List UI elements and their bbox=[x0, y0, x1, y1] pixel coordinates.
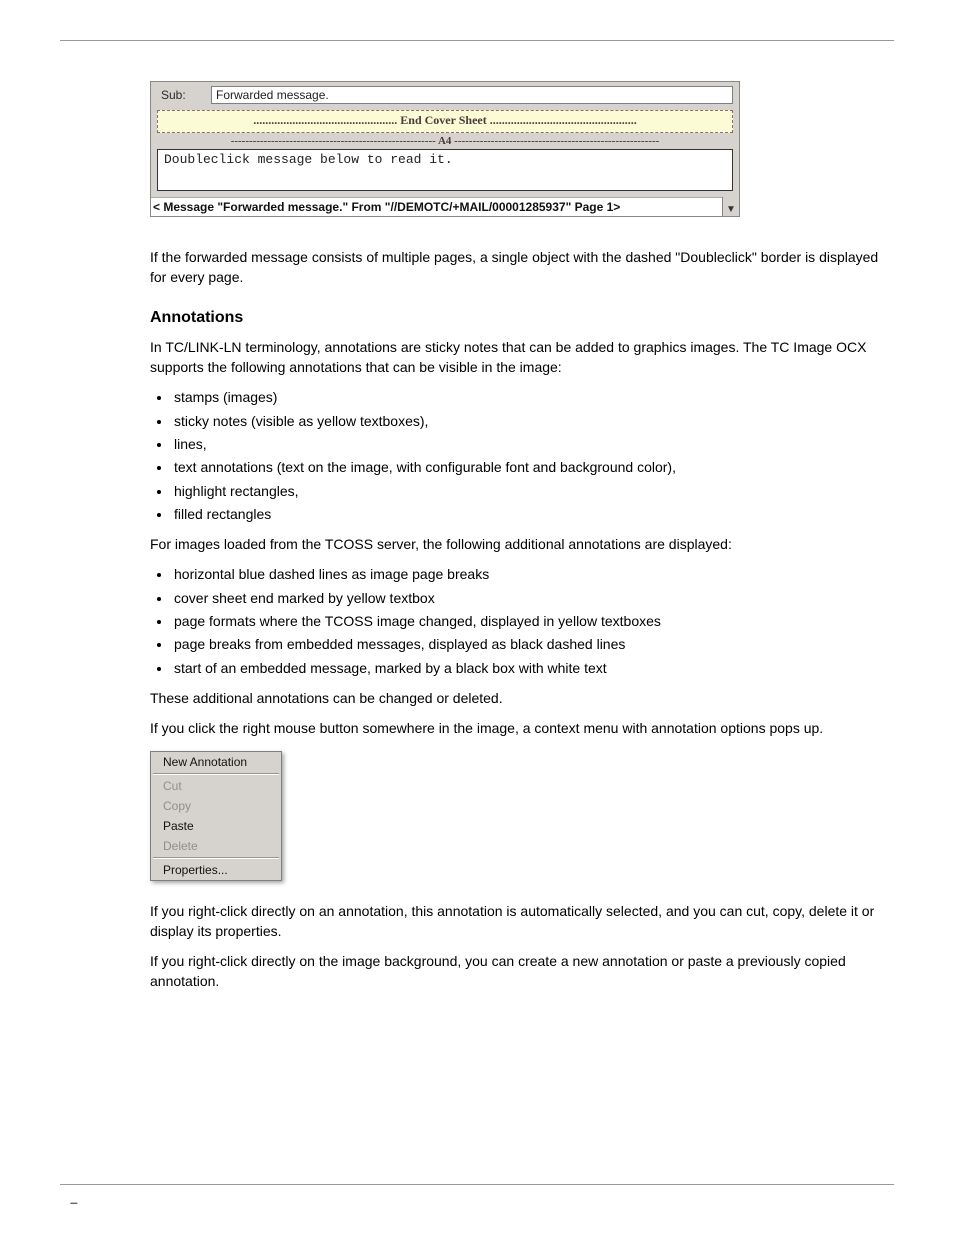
scroll-down-button[interactable]: ▼ bbox=[722, 197, 739, 216]
menu-paste[interactable]: Paste bbox=[151, 816, 281, 836]
list-item: filled rectangles bbox=[172, 504, 880, 524]
list-item: start of an embedded message, marked by … bbox=[172, 658, 880, 678]
document-page: Sub: ...................................… bbox=[0, 0, 954, 1235]
end-cover-sheet-annotation: ........................................… bbox=[157, 110, 733, 133]
list-item: horizontal blue dashed lines as image pa… bbox=[172, 564, 880, 584]
list-item: cover sheet end marked by yellow textbox bbox=[172, 588, 880, 608]
list-item: page formats where the TCOSS image chang… bbox=[172, 611, 880, 631]
page-dash-icon: – bbox=[70, 1194, 78, 1210]
after-menu-para-1: If you right-click directly on an annota… bbox=[150, 901, 880, 942]
menu-separator bbox=[153, 773, 279, 775]
annotations-para-1: In TC/LINK-LN terminology, annotations a… bbox=[150, 337, 880, 378]
menu-separator bbox=[153, 857, 279, 859]
intro-paragraph: If the forwarded message consists of mul… bbox=[150, 247, 880, 288]
annotations-list-1: stamps (images) sticky notes (visible as… bbox=[156, 387, 880, 524]
bottom-rule bbox=[60, 1184, 894, 1185]
subject-label: Sub: bbox=[161, 88, 211, 102]
list-item: stamps (images) bbox=[172, 387, 880, 407]
message-footer-row: < Message "Forwarded message." From "//D… bbox=[151, 197, 739, 216]
annotations-list-2: horizontal blue dashed lines as image pa… bbox=[156, 564, 880, 677]
menu-copy: Copy bbox=[151, 796, 281, 816]
list-item: lines, bbox=[172, 434, 880, 454]
embedded-message-header-annotation: < Message "Forwarded message." From "//D… bbox=[151, 197, 722, 216]
after-menu-text: If you right-click directly on an annota… bbox=[150, 901, 880, 992]
annotations-heading: Annotations bbox=[150, 306, 880, 329]
list-item: text annotations (text on the image, wit… bbox=[172, 457, 880, 477]
list-item: page breaks from embedded messages, disp… bbox=[172, 634, 880, 654]
after-menu-para-2: If you right-click directly on the image… bbox=[150, 951, 880, 992]
menu-new-annotation[interactable]: New Annotation bbox=[151, 752, 281, 772]
top-rule bbox=[60, 40, 894, 41]
doubleclick-message-box[interactable]: Doubleclick message below to read it. bbox=[157, 149, 733, 191]
list-item: highlight rectangles, bbox=[172, 481, 880, 501]
body-text: If the forwarded message consists of mul… bbox=[150, 247, 880, 739]
menu-cut: Cut bbox=[151, 776, 281, 796]
annotations-para-3: These additional annotations can be chan… bbox=[150, 688, 880, 708]
menu-delete: Delete bbox=[151, 836, 281, 856]
annotations-para-2: For images loaded from the TCOSS server,… bbox=[150, 534, 880, 554]
list-item: sticky notes (visible as yellow textboxe… bbox=[172, 411, 880, 431]
subject-input[interactable] bbox=[211, 86, 733, 104]
annotations-para-4: If you click the right mouse button some… bbox=[150, 718, 880, 738]
annotation-context-menu: New Annotation Cut Copy Paste Delete Pro… bbox=[150, 751, 282, 881]
app-screenshot: Sub: ...................................… bbox=[150, 81, 740, 217]
page-footer-mark: – bbox=[70, 1194, 78, 1210]
subject-row: Sub: bbox=[151, 82, 739, 110]
page-format-annotation: ----------------------------------------… bbox=[157, 135, 733, 147]
menu-properties[interactable]: Properties... bbox=[151, 860, 281, 880]
